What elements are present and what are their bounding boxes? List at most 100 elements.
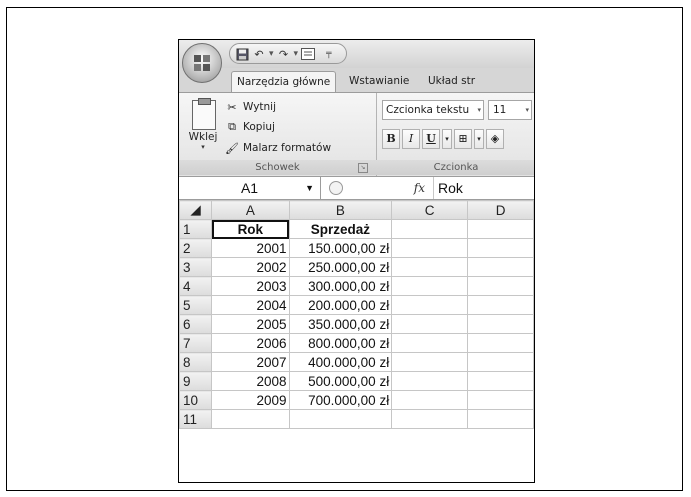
underline-button[interactable]: U xyxy=(422,129,440,149)
paste-button[interactable]: Wklej ▾ xyxy=(185,98,221,156)
sales-cell[interactable]: 700.000,00 zł xyxy=(288,390,393,410)
paste-icon xyxy=(192,98,216,130)
cell-b1[interactable]: Sprzedaż xyxy=(288,219,393,239)
undo-dropdown-icon[interactable]: ▾ xyxy=(269,49,274,59)
redo-dropdown-icon[interactable]: ▾ xyxy=(294,49,299,59)
row-header[interactable]: 3 xyxy=(179,257,213,277)
cell[interactable] xyxy=(467,276,534,296)
format-painter-button[interactable]: 🖌 Malarz formatów xyxy=(225,139,331,157)
worksheet-grid: ◢ A B C D 1 Rok Sprzedaż 2 2001 150.000,… xyxy=(179,200,534,429)
tab-insert[interactable]: Wstawianie xyxy=(344,71,414,92)
formula-input[interactable]: Rok xyxy=(433,177,463,199)
bold-button[interactable]: B xyxy=(382,129,400,149)
table-row: 4 2003 300.000,00 zł xyxy=(179,276,534,296)
borders-icon[interactable]: ⊞ xyxy=(454,129,472,149)
cell[interactable] xyxy=(467,333,534,353)
excel-window: ↶ ▾ ↷ ▾ ╤ Narzędzia główne Wstawianie Uk… xyxy=(178,39,535,483)
cell[interactable] xyxy=(467,352,534,372)
font-size-select[interactable]: 11 ▾ xyxy=(488,100,532,120)
font-name-select[interactable]: Czcionka tekstu ▾ xyxy=(382,100,484,120)
row-header[interactable]: 6 xyxy=(179,314,213,334)
year-cell[interactable]: 2002 xyxy=(211,257,290,277)
row-header[interactable]: 2 xyxy=(179,238,213,258)
row-header[interactable]: 1 xyxy=(179,219,213,239)
row-header[interactable]: 7 xyxy=(179,333,213,353)
cell[interactable] xyxy=(467,238,534,258)
form-icon[interactable] xyxy=(301,47,316,61)
clipboard-dialog-launcher-icon[interactable]: ↘ xyxy=(358,163,368,173)
sales-cell[interactable]: 250.000,00 zł xyxy=(288,257,393,277)
customize-qat-icon[interactable]: ╤ xyxy=(326,49,331,59)
year-cell[interactable]: 2006 xyxy=(211,333,290,353)
cell[interactable] xyxy=(391,314,469,334)
paste-dropdown-icon[interactable]: ▾ xyxy=(185,143,221,151)
row-header[interactable]: 8 xyxy=(179,352,213,372)
row-header[interactable]: 4 xyxy=(179,276,213,296)
copy-button[interactable]: ⧉ Kopiuj xyxy=(225,118,275,136)
office-logo-icon xyxy=(194,55,210,71)
italic-button[interactable]: I xyxy=(402,129,420,149)
sales-cell[interactable]: 500.000,00 zł xyxy=(288,371,393,391)
cell[interactable] xyxy=(391,257,469,277)
cell[interactable] xyxy=(467,295,534,315)
cancel-circle-icon[interactable] xyxy=(329,181,343,195)
year-cell[interactable]: 2007 xyxy=(211,352,290,372)
cell[interactable] xyxy=(391,219,469,239)
tab-home[interactable]: Narzędzia główne xyxy=(231,71,337,92)
column-header[interactable]: C xyxy=(391,200,469,220)
sales-cell[interactable]: 150.000,00 zł xyxy=(288,238,393,258)
cell[interactable] xyxy=(391,238,469,258)
cell[interactable] xyxy=(391,352,469,372)
column-header[interactable]: B xyxy=(288,200,393,220)
row-header[interactable]: 5 xyxy=(179,295,213,315)
row-header[interactable]: 11 xyxy=(179,409,213,429)
column-header[interactable]: A xyxy=(211,200,290,220)
cell[interactable] xyxy=(391,276,469,296)
undo-icon[interactable]: ↶ xyxy=(252,47,266,61)
cell[interactable] xyxy=(391,390,469,410)
sales-cell[interactable]: 300.000,00 zł xyxy=(288,276,393,296)
borders-dropdown-icon[interactable]: ▾ xyxy=(474,129,484,149)
table-row: 5 2004 200.000,00 zł xyxy=(179,295,534,315)
redo-icon[interactable]: ↷ xyxy=(277,47,291,61)
row-header[interactable]: 9 xyxy=(179,371,213,391)
name-box[interactable]: A1 ▼ xyxy=(179,177,321,199)
font-size-value: 11 xyxy=(493,104,507,116)
cell[interactable] xyxy=(467,371,534,391)
office-button[interactable] xyxy=(182,43,222,83)
name-box-value: A1 xyxy=(240,180,259,196)
cell[interactable] xyxy=(467,314,534,334)
year-cell[interactable]: 2003 xyxy=(211,276,290,296)
cell[interactable] xyxy=(391,333,469,353)
year-cell[interactable]: 2005 xyxy=(211,314,290,334)
cell[interactable] xyxy=(391,409,469,429)
year-cell[interactable]: 2009 xyxy=(211,390,290,410)
font-group: Czcionka tekstu ▾ 11 ▾ B I U ▾ ⊞ ▾ ◈ Czc… xyxy=(376,93,534,176)
year-cell[interactable]: 2001 xyxy=(211,238,290,258)
save-icon[interactable] xyxy=(235,47,249,61)
select-all-corner[interactable]: ◢ xyxy=(179,200,213,220)
sales-cell[interactable]: 350.000,00 zł xyxy=(288,314,393,334)
sales-cell[interactable]: 400.000,00 zł xyxy=(288,352,393,372)
insert-function-button[interactable]: fx xyxy=(414,177,425,199)
column-header[interactable]: D xyxy=(467,200,534,220)
chevron-down-icon[interactable]: ▼ xyxy=(305,177,314,199)
row-header[interactable]: 10 xyxy=(179,390,213,410)
cell[interactable] xyxy=(288,409,393,429)
cell[interactable] xyxy=(391,371,469,391)
cut-button[interactable]: ✂ Wytnij xyxy=(225,98,276,116)
cell[interactable] xyxy=(211,409,290,429)
cell[interactable] xyxy=(467,390,534,410)
cell[interactable] xyxy=(467,257,534,277)
cell[interactable] xyxy=(467,219,534,239)
sales-cell[interactable]: 200.000,00 zł xyxy=(288,295,393,315)
cell[interactable] xyxy=(391,295,469,315)
sales-cell[interactable]: 800.000,00 zł xyxy=(288,333,393,353)
fill-color-icon[interactable]: ◈ xyxy=(486,129,504,149)
year-cell[interactable]: 2004 xyxy=(211,295,290,315)
year-cell[interactable]: 2008 xyxy=(211,371,290,391)
underline-dropdown-icon[interactable]: ▾ xyxy=(442,129,452,149)
cell[interactable] xyxy=(467,409,534,429)
cell-a1[interactable]: Rok xyxy=(211,219,290,239)
tab-page-layout[interactable]: Układ str xyxy=(423,71,480,92)
